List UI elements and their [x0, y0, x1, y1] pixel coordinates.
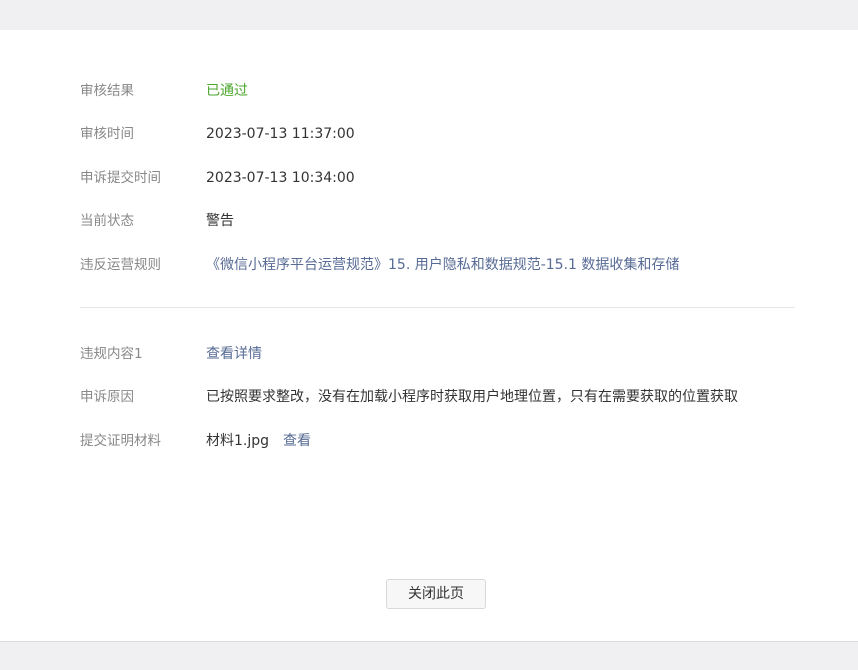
violated-rule-link[interactable]: 《微信小程序平台运营规范》15. 用户隐私和数据规范-15.1 数据收集和存储	[206, 255, 679, 275]
close-page-button[interactable]: 关闭此页	[386, 579, 486, 609]
review-time-label: 审核时间	[80, 126, 134, 142]
appeal-detail-panel: 审核结果 已通过 审核时间 2023-07-13 11:37:00 申诉提交时间…	[0, 30, 858, 642]
current-status-label: 当前状态	[80, 213, 134, 229]
violation-content-label: 违规内容1	[80, 346, 143, 362]
section-divider	[80, 307, 795, 308]
review-result-label: 审核结果	[80, 83, 134, 99]
evidence-value: 材料1.jpg 查看	[206, 431, 311, 451]
appeal-submit-time-value: 2023-07-13 10:34:00	[206, 170, 355, 186]
appeal-submit-time-label: 申诉提交时间	[80, 170, 161, 186]
appeal-reason-label: 申诉原因	[80, 389, 134, 405]
review-result-value: 已通过	[206, 83, 248, 99]
evidence-label: 提交证明材料	[80, 433, 161, 449]
top-background-strip	[0, 0, 858, 30]
view-details-link[interactable]: 查看详情	[206, 344, 262, 364]
violated-rule-label: 违反运营规则	[80, 257, 161, 273]
bottom-background-strip	[0, 642, 858, 670]
view-evidence-link[interactable]: 查看	[283, 433, 311, 449]
current-status-value: 警告	[206, 213, 234, 229]
appeal-reason-value: 已按照要求整改，没有在加载小程序时获取用户地理位置，只有在需要获取的位置获取	[206, 389, 738, 405]
review-time-value: 2023-07-13 11:37:00	[206, 126, 355, 142]
evidence-file-name: 材料1.jpg	[206, 433, 270, 449]
